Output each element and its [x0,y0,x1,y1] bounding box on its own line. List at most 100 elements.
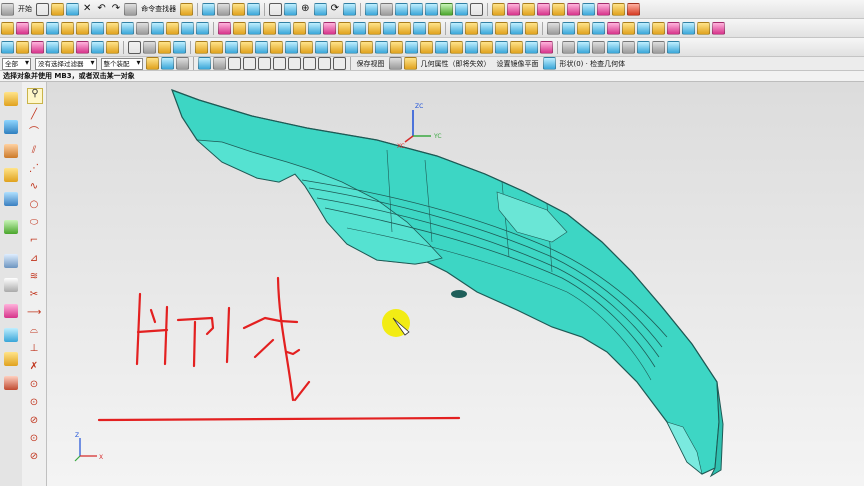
edit-3-icon[interactable] [592,40,605,54]
curve-6-icon[interactable] [76,40,89,54]
feature-8-icon[interactable] [300,40,313,54]
part-7-icon[interactable] [581,2,595,16]
feature-16-icon[interactable] [420,40,433,54]
view-layout-icon[interactable] [388,57,402,70]
combine-curve-icon[interactable]: ⊘ [27,416,41,426]
sync-icon[interactable] [510,21,523,35]
curve-2-icon[interactable] [16,40,29,54]
feature-15-icon[interactable] [405,40,418,54]
edit-2-icon[interactable] [577,40,590,54]
snap-icon[interactable] [180,2,194,16]
offset-curve-icon[interactable]: ≋ [27,272,41,282]
surface-5-icon[interactable] [607,21,620,35]
feature-20-icon[interactable] [480,40,493,54]
mirror-icon[interactable] [338,21,351,35]
sphere-icon[interactable] [106,21,119,35]
edit-4-icon[interactable] [607,40,620,54]
feature-13-icon[interactable] [375,40,388,54]
sweep-icon[interactable] [46,21,59,35]
roles-icon[interactable] [4,328,18,342]
feature-12-icon[interactable] [360,40,373,54]
set-mirror-plane-button[interactable]: 设置镜像平面 [494,59,542,69]
part-boss[interactable] [451,290,467,298]
intersect-icon[interactable] [248,21,261,35]
feature-1-icon[interactable] [195,40,208,54]
feature-9-icon[interactable] [315,40,328,54]
grid-icon[interactable] [269,2,283,16]
subtract-icon[interactable] [233,21,246,35]
system-materials-icon[interactable] [4,278,18,292]
offset-face-icon[interactable] [383,21,396,35]
isoparam-icon[interactable]: ⊙ [27,398,41,408]
graphics-viewport[interactable]: ZC YC XC Z X [47,82,864,486]
trim-curve-icon[interactable]: ✂ [27,290,41,300]
open-folder-icon[interactable] [51,2,64,16]
feature-6-icon[interactable] [270,40,283,54]
surface-8-icon[interactable] [652,21,665,35]
datum-plane-icon[interactable] [128,40,141,54]
project-icon[interactable]: ⊥ [27,344,41,354]
part-8-icon[interactable] [596,2,610,16]
snap-face-icon[interactable] [317,57,331,70]
pocket-icon[interactable] [151,21,164,35]
part-3-icon[interactable] [521,2,535,16]
block-icon[interactable] [61,21,74,35]
draft-icon[interactable] [308,21,321,35]
feature-22-icon[interactable] [510,40,523,54]
feature-17-icon[interactable] [435,40,448,54]
part-1-icon[interactable] [491,2,505,16]
bridge-icon[interactable]: ⌓ [27,326,41,336]
palette-icon[interactable] [4,352,18,366]
part-10-icon[interactable] [626,2,640,16]
redo-icon[interactable]: ↷ [112,3,120,15]
chamfer-curve-icon[interactable]: ⊿ [27,254,41,264]
section-curve-icon[interactable]: ⊙ [27,380,41,390]
helix-icon[interactable]: ⊘ [27,452,41,462]
feature-14-icon[interactable] [390,40,403,54]
feature-7-icon[interactable] [285,40,298,54]
copy-icon[interactable] [217,2,231,16]
unite-icon[interactable] [218,21,231,35]
sew-icon[interactable] [413,21,426,35]
surface-3-icon[interactable] [577,21,590,35]
slot-icon[interactable] [181,21,194,35]
shaded-icon[interactable] [364,2,378,16]
arc-icon[interactable]: ⌒ [27,128,41,138]
join-curve-icon[interactable]: ⊙ [27,434,41,444]
feature-3-icon[interactable] [225,40,238,54]
shape-check-button[interactable]: 形状(0) · 检查几何体 [557,59,629,69]
feature-11-icon[interactable] [345,40,358,54]
deselect-icon[interactable] [160,57,174,70]
pan-icon[interactable] [313,2,327,16]
select-all-icon[interactable] [145,57,159,70]
feature-10-icon[interactable] [330,40,343,54]
feature-19-icon[interactable] [465,40,478,54]
pattern-icon[interactable] [323,21,336,35]
curve-5-icon[interactable] [61,40,74,54]
start-menu-button[interactable]: 开始 [15,4,35,14]
filter-dropdown[interactable]: 全部 [2,57,31,70]
trim-body-icon[interactable] [353,21,366,35]
right-view-icon[interactable] [424,2,438,16]
view-cube-icon[interactable] [342,2,356,16]
patch-icon[interactable] [428,21,441,35]
select-pointer-icon[interactable]: ⚲ [27,88,43,104]
close-x-icon[interactable]: ✕ [83,3,91,15]
history-icon[interactable] [4,254,18,268]
surface-4-icon[interactable] [592,21,605,35]
feature-2-icon[interactable] [210,40,223,54]
feature-4-icon[interactable] [240,40,253,54]
layer-icon[interactable] [439,2,453,16]
delete-face-icon[interactable] [495,21,508,35]
surface-2-icon[interactable] [562,21,575,35]
extend-icon[interactable]: ⟶ [27,308,41,318]
datum-csys-icon[interactable] [158,40,171,54]
tool-icon[interactable] [232,2,246,16]
feature-5-icon[interactable] [255,40,268,54]
snap-point-icon[interactable] [332,57,346,70]
command-finder-button[interactable]: 命令查找器 [138,4,179,14]
system-scenes-icon[interactable] [4,376,18,390]
hole-icon[interactable] [121,21,134,35]
extract-icon[interactable] [525,21,538,35]
part-4-icon[interactable] [536,2,550,16]
